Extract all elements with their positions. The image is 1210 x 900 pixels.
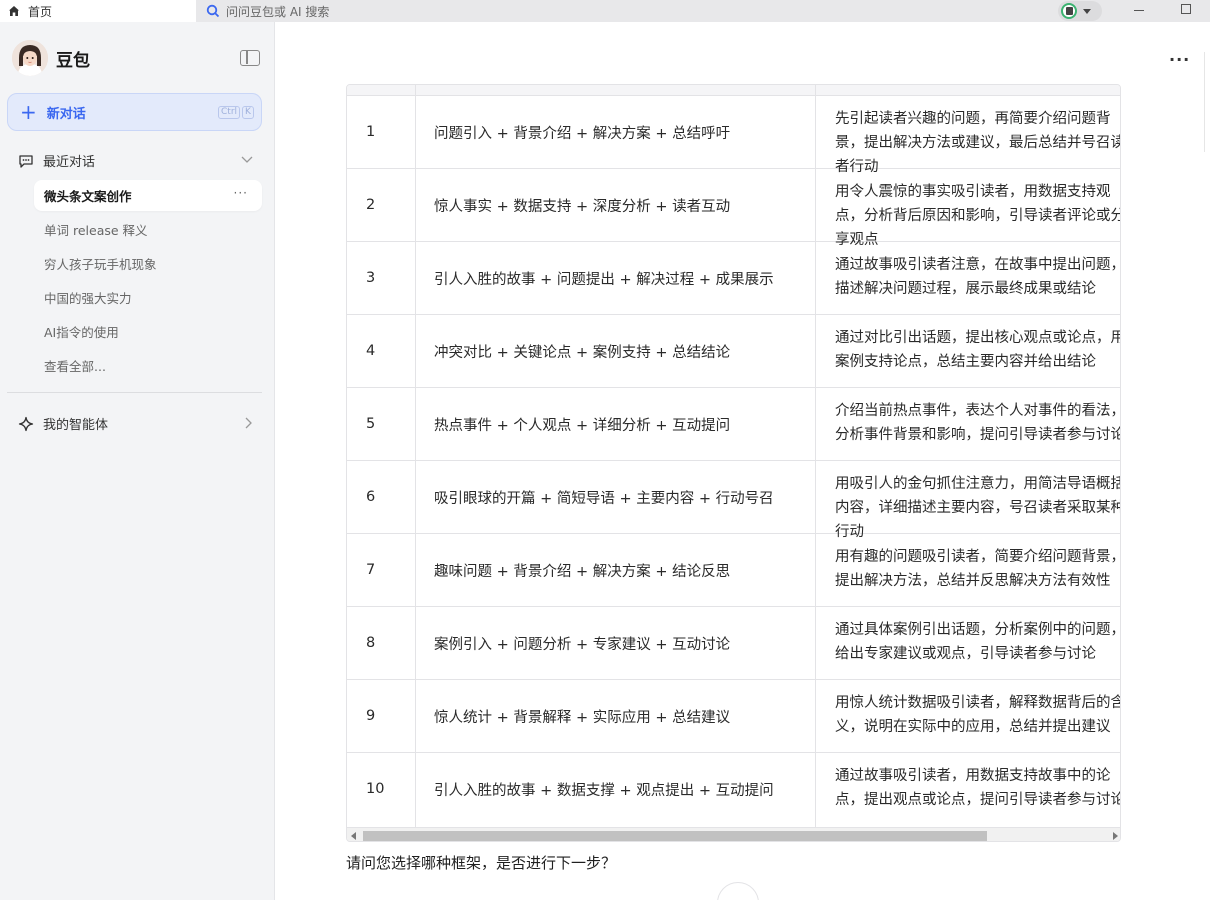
sparkle-icon <box>18 416 34 431</box>
search-bar[interactable]: 问问豆包或 AI 搜索 <box>206 0 329 22</box>
scroll-left-icon[interactable] <box>351 832 356 840</box>
row-framework: 引人入胜的故事 + 问题提出 + 解决过程 + 成果展示 <box>434 271 774 288</box>
search-icon <box>206 4 220 18</box>
row-description: 通过故事吸引读者，用数据支持故事中的论点，提出观点或论点，提问引导读者参与讨论 <box>835 768 1121 808</box>
chat-main: ··· 1 问题引入 + 背景介绍 + 解决方案 + 总结呼吁 先引起读者兴趣的… <box>276 22 1210 900</box>
conversation-item[interactable]: AI指令的使用 <box>34 316 262 347</box>
row-framework: 趣味问题 + 背景介绍 + 解决方案 + 结论反思 <box>434 563 731 580</box>
row-number: 7 <box>366 562 376 578</box>
table-row: 5 热点事件 + 个人观点 + 详细分析 + 互动提问 介绍当前热点事件，表达个… <box>347 388 1121 461</box>
shortcut-key: K <box>242 106 254 119</box>
recent-conversations-header[interactable]: 最近对话 <box>18 151 253 170</box>
recent-conversations-label: 最近对话 <box>43 155 96 170</box>
table-row: 10 引人入胜的故事 + 数据支撑 + 观点提出 + 互动提问 通过故事吸引读者… <box>347 753 1121 826</box>
row-number: 3 <box>366 270 376 286</box>
row-framework: 热点事件 + 个人观点 + 详细分析 + 互动提问 <box>434 417 731 434</box>
my-agents-label: 我的智能体 <box>43 418 109 433</box>
sidebar: 豆包 + 新对话 Ctrl K 最近对话 微头条文案创作 ··· 单词 rele… <box>0 22 275 900</box>
view-all-label: 查看全部... <box>44 359 106 374</box>
conversation-item[interactable]: 穷人孩子玩手机现象 <box>34 248 262 279</box>
my-agents-header[interactable]: 我的智能体 <box>18 414 253 433</box>
extension-button[interactable] <box>1058 1 1102 21</box>
new-chat-button[interactable]: + 新对话 Ctrl K <box>7 93 262 131</box>
conversation-label: 微头条文案创作 <box>44 189 132 204</box>
sidebar-divider <box>7 392 262 393</box>
conversation-label: 穷人孩子玩手机现象 <box>44 257 157 272</box>
horizontal-scrollbar[interactable] <box>347 827 1120 841</box>
home-icon <box>9 6 19 16</box>
scroll-right-icon[interactable] <box>1113 832 1118 840</box>
row-number: 6 <box>366 489 376 505</box>
row-description: 介绍当前热点事件，表达个人对事件的看法，分析事件背景和影响，提问引导读者参与讨论 <box>835 403 1121 443</box>
framework-table: 1 问题引入 + 背景介绍 + 解决方案 + 总结呼吁 先引起读者兴趣的问题，再… <box>346 84 1121 842</box>
search-placeholder: 问问豆包或 AI 搜索 <box>226 4 330 19</box>
title-bar: 首页 问问豆包或 AI 搜索 <box>0 0 1210 22</box>
new-chat-label: 新对话 <box>46 106 86 122</box>
view-all-conversations[interactable]: 查看全部... <box>34 350 262 381</box>
chevron-right-icon <box>245 417 252 429</box>
shortcut-hint: Ctrl K <box>218 106 254 119</box>
more-menu-icon[interactable]: ··· <box>1169 50 1190 69</box>
caret-down-icon <box>1083 8 1091 14</box>
table-row: 3 引人入胜的故事 + 问题提出 + 解决过程 + 成果展示 通过故事吸引读者注… <box>347 242 1121 315</box>
table-row: 6 吸引眼球的开篇 + 简短导语 + 主要内容 + 行动号召 用吸引人的金句抓住… <box>347 461 1120 540</box>
table-row: 4 冲突对比 + 关键论点 + 案例支持 + 总结结论 通过对比引出话题，提出核… <box>347 315 1121 388</box>
row-description: 通过故事吸引读者注意，在故事中提出问题，描述解决问题过程，展示最终成果或结论 <box>835 257 1121 297</box>
row-description: 通过对比引出话题，提出核心观点或论点，用案例支持论点，总结主要内容并给出结论 <box>835 330 1121 370</box>
scroll-down-button[interactable] <box>717 882 759 900</box>
row-framework: 问题引入 + 背景介绍 + 解决方案 + 总结呼吁 <box>434 125 731 142</box>
table-row: 2 惊人事实 + 数据支持 + 深度分析 + 读者互动 用令人震惊的事实吸引读者… <box>347 169 1120 248</box>
row-number: 4 <box>366 343 376 359</box>
chevron-down-icon <box>241 156 253 163</box>
more-options-icon[interactable]: ··· <box>234 186 248 200</box>
row-number: 5 <box>366 416 376 432</box>
conversation-label: AI指令的使用 <box>44 325 119 340</box>
row-number: 1 <box>366 124 376 140</box>
table-row: 7 趣味问题 + 背景介绍 + 解决方案 + 结论反思 用有趣的问题吸引读者，简… <box>347 534 1121 607</box>
conversation-item[interactable]: 中国的强大实力 <box>34 282 262 313</box>
scrollbar-thumb[interactable] <box>363 831 987 841</box>
table-row: 1 问题引入 + 背景介绍 + 解决方案 + 总结呼吁 先引起读者兴趣的问题，再… <box>347 96 1120 175</box>
row-number: 2 <box>366 197 376 213</box>
shortcut-key: Ctrl <box>218 106 241 119</box>
row-number: 8 <box>366 635 376 651</box>
tab-home-label: 首页 <box>28 4 53 19</box>
plus-icon: + <box>20 100 37 124</box>
row-description: 用惊人统计数据吸引读者，解释数据背后的含义，说明在实际中的应用，总结并提出建议 <box>835 695 1121 735</box>
table-header <box>347 85 1120 96</box>
brand-name: 豆包 <box>56 50 90 71</box>
row-description: 用有趣的问题吸引读者，简要介绍问题背景，提出解决方法，总结并反思解决方法有效性 <box>835 549 1121 589</box>
row-description: 通过具体案例引出话题，分析案例中的问题，给出专家建议或观点，引导读者参与讨论 <box>835 622 1121 662</box>
row-framework: 惊人事实 + 数据支持 + 深度分析 + 读者互动 <box>434 198 731 215</box>
minimize-button[interactable] <box>1134 10 1144 11</box>
panel-edge <box>1204 52 1205 152</box>
sidebar-toggle-icon[interactable] <box>240 50 260 66</box>
conversation-label: 中国的强大实力 <box>44 291 132 306</box>
table-row: 8 案例引入 + 问题分析 + 专家建议 + 互动讨论 通过具体案例引出话题，分… <box>347 607 1121 680</box>
conversation-item[interactable]: 单词 release 释义 <box>34 214 262 245</box>
shopping-bag-icon <box>1061 3 1077 19</box>
table-row: 9 惊人统计 + 背景解释 + 实际应用 + 总结建议 用惊人统计数据吸引读者，… <box>347 680 1121 753</box>
assistant-followup: 请问您选择哪种框架，是否进行下一步？ <box>346 854 617 872</box>
row-number: 9 <box>366 708 376 724</box>
avatar-icon <box>12 40 48 76</box>
brand: 豆包 <box>12 40 90 76</box>
row-framework: 案例引入 + 问题分析 + 专家建议 + 互动讨论 <box>434 636 731 653</box>
row-framework: 冲突对比 + 关键论点 + 案例支持 + 总结结论 <box>434 344 731 361</box>
conversation-label: 单词 release 释义 <box>44 223 148 238</box>
row-number: 10 <box>366 781 385 797</box>
tab-home[interactable]: 首页 <box>0 0 196 22</box>
row-framework: 惊人统计 + 背景解释 + 实际应用 + 总结建议 <box>434 709 731 726</box>
row-framework: 吸引眼球的开篇 + 简短导语 + 主要内容 + 行动号召 <box>434 490 774 507</box>
conversation-item[interactable]: 微头条文案创作 ··· <box>34 180 262 211</box>
avatar <box>12 40 48 76</box>
maximize-button[interactable] <box>1181 4 1191 14</box>
chat-bubble-icon <box>19 154 33 168</box>
row-framework: 引人入胜的故事 + 数据支撑 + 观点提出 + 互动提问 <box>434 782 774 799</box>
